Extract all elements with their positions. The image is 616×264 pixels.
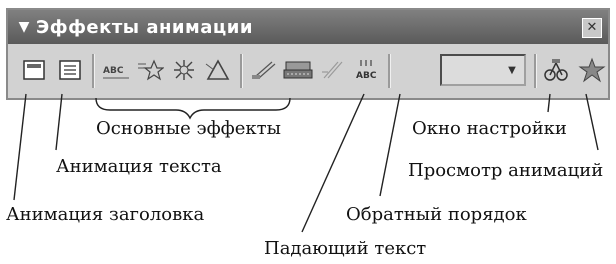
preview-animation-callout — [585, 93, 599, 151]
title-animation-callout — [13, 93, 27, 201]
preview-animation-label: Просмотр анимаций — [408, 160, 604, 181]
text-animation-callout — [55, 93, 63, 151]
settings-window-callout — [547, 93, 551, 113]
basic-effects-label: Основные эффекты — [96, 118, 281, 139]
title-animation-label: Анимация заголовка — [6, 204, 205, 225]
basic-effects-brace — [95, 97, 291, 120]
settings-window-label: Окно настройки — [412, 118, 567, 139]
reverse-order-label: Обратный порядок — [346, 204, 527, 225]
text-animation-label: Анимация текста — [56, 156, 222, 177]
falling-text-label: Падающий текст — [264, 238, 427, 259]
reverse-order-callout — [379, 93, 401, 197]
